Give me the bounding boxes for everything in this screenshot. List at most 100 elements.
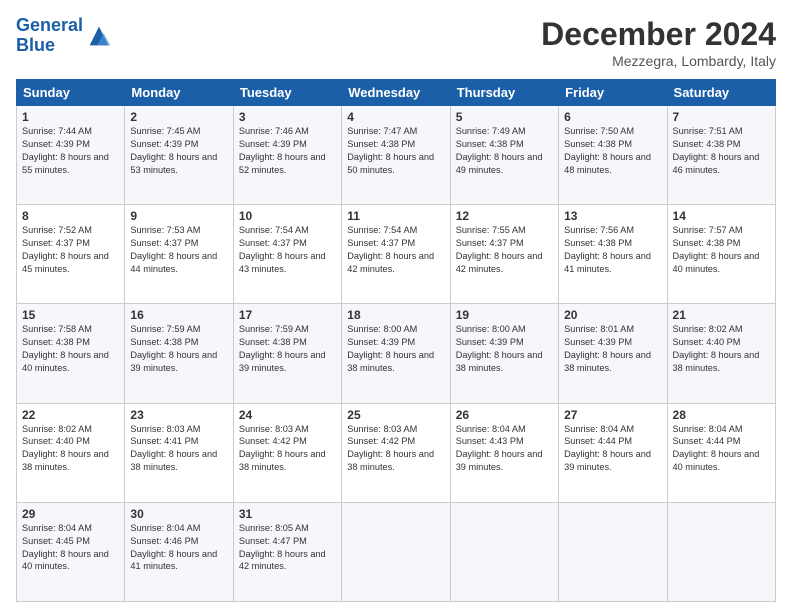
day-number: 6: [564, 110, 661, 124]
location: Mezzegra, Lombardy, Italy: [541, 53, 776, 69]
day-number: 2: [130, 110, 227, 124]
table-cell: 24Sunrise: 8:03 AMSunset: 4:42 PMDayligh…: [233, 403, 341, 502]
calendar-row: 8Sunrise: 7:52 AMSunset: 4:37 PMDaylight…: [17, 205, 776, 304]
col-tuesday: Tuesday: [233, 80, 341, 106]
table-cell: [450, 502, 558, 601]
table-cell: 16Sunrise: 7:59 AMSunset: 4:38 PMDayligh…: [125, 304, 233, 403]
table-cell: 6Sunrise: 7:50 AMSunset: 4:38 PMDaylight…: [559, 106, 667, 205]
day-info: Sunrise: 7:59 AMSunset: 4:38 PMDaylight:…: [130, 323, 227, 375]
day-info: Sunrise: 7:49 AMSunset: 4:38 PMDaylight:…: [456, 125, 553, 177]
day-info: Sunrise: 7:59 AMSunset: 4:38 PMDaylight:…: [239, 323, 336, 375]
table-cell: 29Sunrise: 8:04 AMSunset: 4:45 PMDayligh…: [17, 502, 125, 601]
day-info: Sunrise: 8:00 AMSunset: 4:39 PMDaylight:…: [347, 323, 444, 375]
day-number: 16: [130, 308, 227, 322]
day-info: Sunrise: 8:04 AMSunset: 4:45 PMDaylight:…: [22, 522, 119, 574]
day-number: 25: [347, 408, 444, 422]
table-cell: 15Sunrise: 7:58 AMSunset: 4:38 PMDayligh…: [17, 304, 125, 403]
table-cell: 9Sunrise: 7:53 AMSunset: 4:37 PMDaylight…: [125, 205, 233, 304]
table-cell: 5Sunrise: 7:49 AMSunset: 4:38 PMDaylight…: [450, 106, 558, 205]
table-cell: 22Sunrise: 8:02 AMSunset: 4:40 PMDayligh…: [17, 403, 125, 502]
day-info: Sunrise: 7:57 AMSunset: 4:38 PMDaylight:…: [673, 224, 770, 276]
day-info: Sunrise: 7:53 AMSunset: 4:37 PMDaylight:…: [130, 224, 227, 276]
day-info: Sunrise: 8:02 AMSunset: 4:40 PMDaylight:…: [673, 323, 770, 375]
day-info: Sunrise: 8:01 AMSunset: 4:39 PMDaylight:…: [564, 323, 661, 375]
day-number: 3: [239, 110, 336, 124]
day-info: Sunrise: 7:44 AMSunset: 4:39 PMDaylight:…: [22, 125, 119, 177]
logo-blue: Blue: [16, 35, 55, 55]
day-number: 24: [239, 408, 336, 422]
day-number: 8: [22, 209, 119, 223]
day-info: Sunrise: 8:03 AMSunset: 4:42 PMDaylight:…: [347, 423, 444, 475]
col-saturday: Saturday: [667, 80, 775, 106]
day-info: Sunrise: 7:45 AMSunset: 4:39 PMDaylight:…: [130, 125, 227, 177]
day-info: Sunrise: 8:03 AMSunset: 4:41 PMDaylight:…: [130, 423, 227, 475]
day-info: Sunrise: 7:46 AMSunset: 4:39 PMDaylight:…: [239, 125, 336, 177]
day-info: Sunrise: 8:04 AMSunset: 4:43 PMDaylight:…: [456, 423, 553, 475]
col-friday: Friday: [559, 80, 667, 106]
month-title: December 2024: [541, 16, 776, 53]
day-number: 28: [673, 408, 770, 422]
day-number: 30: [130, 507, 227, 521]
day-info: Sunrise: 7:54 AMSunset: 4:37 PMDaylight:…: [239, 224, 336, 276]
day-number: 12: [456, 209, 553, 223]
table-cell: 12Sunrise: 7:55 AMSunset: 4:37 PMDayligh…: [450, 205, 558, 304]
day-number: 10: [239, 209, 336, 223]
header: General Blue December 2024 Mezzegra, Lom…: [16, 16, 776, 69]
col-sunday: Sunday: [17, 80, 125, 106]
table-cell: 13Sunrise: 7:56 AMSunset: 4:38 PMDayligh…: [559, 205, 667, 304]
day-number: 9: [130, 209, 227, 223]
col-wednesday: Wednesday: [342, 80, 450, 106]
table-cell: [667, 502, 775, 601]
calendar-row: 1Sunrise: 7:44 AMSunset: 4:39 PMDaylight…: [17, 106, 776, 205]
day-info: Sunrise: 7:47 AMSunset: 4:38 PMDaylight:…: [347, 125, 444, 177]
logo-icon: [85, 22, 113, 50]
logo: General Blue: [16, 16, 113, 56]
table-cell: 31Sunrise: 8:05 AMSunset: 4:47 PMDayligh…: [233, 502, 341, 601]
table-cell: 17Sunrise: 7:59 AMSunset: 4:38 PMDayligh…: [233, 304, 341, 403]
table-cell: 28Sunrise: 8:04 AMSunset: 4:44 PMDayligh…: [667, 403, 775, 502]
table-cell: 1Sunrise: 7:44 AMSunset: 4:39 PMDaylight…: [17, 106, 125, 205]
table-cell: 11Sunrise: 7:54 AMSunset: 4:37 PMDayligh…: [342, 205, 450, 304]
day-info: Sunrise: 7:50 AMSunset: 4:38 PMDaylight:…: [564, 125, 661, 177]
table-cell: 30Sunrise: 8:04 AMSunset: 4:46 PMDayligh…: [125, 502, 233, 601]
day-number: 11: [347, 209, 444, 223]
logo-general: General: [16, 15, 83, 35]
table-cell: [342, 502, 450, 601]
day-number: 13: [564, 209, 661, 223]
title-block: December 2024 Mezzegra, Lombardy, Italy: [541, 16, 776, 69]
table-cell: 21Sunrise: 8:02 AMSunset: 4:40 PMDayligh…: [667, 304, 775, 403]
page: General Blue December 2024 Mezzegra, Lom…: [0, 0, 792, 612]
day-number: 23: [130, 408, 227, 422]
calendar-row: 29Sunrise: 8:04 AMSunset: 4:45 PMDayligh…: [17, 502, 776, 601]
day-info: Sunrise: 7:52 AMSunset: 4:37 PMDaylight:…: [22, 224, 119, 276]
day-number: 7: [673, 110, 770, 124]
day-info: Sunrise: 8:04 AMSunset: 4:44 PMDaylight:…: [564, 423, 661, 475]
day-number: 1: [22, 110, 119, 124]
table-cell: 2Sunrise: 7:45 AMSunset: 4:39 PMDaylight…: [125, 106, 233, 205]
day-info: Sunrise: 7:56 AMSunset: 4:38 PMDaylight:…: [564, 224, 661, 276]
day-number: 27: [564, 408, 661, 422]
table-cell: 14Sunrise: 7:57 AMSunset: 4:38 PMDayligh…: [667, 205, 775, 304]
day-number: 19: [456, 308, 553, 322]
table-cell: [559, 502, 667, 601]
day-info: Sunrise: 8:04 AMSunset: 4:44 PMDaylight:…: [673, 423, 770, 475]
calendar-header-row: Sunday Monday Tuesday Wednesday Thursday…: [17, 80, 776, 106]
table-cell: 20Sunrise: 8:01 AMSunset: 4:39 PMDayligh…: [559, 304, 667, 403]
table-cell: 10Sunrise: 7:54 AMSunset: 4:37 PMDayligh…: [233, 205, 341, 304]
day-number: 29: [22, 507, 119, 521]
day-number: 15: [22, 308, 119, 322]
col-thursday: Thursday: [450, 80, 558, 106]
logo-text: General Blue: [16, 16, 83, 56]
table-cell: 27Sunrise: 8:04 AMSunset: 4:44 PMDayligh…: [559, 403, 667, 502]
day-number: 22: [22, 408, 119, 422]
table-cell: 7Sunrise: 7:51 AMSunset: 4:38 PMDaylight…: [667, 106, 775, 205]
table-cell: 8Sunrise: 7:52 AMSunset: 4:37 PMDaylight…: [17, 205, 125, 304]
table-cell: 4Sunrise: 7:47 AMSunset: 4:38 PMDaylight…: [342, 106, 450, 205]
day-info: Sunrise: 7:55 AMSunset: 4:37 PMDaylight:…: [456, 224, 553, 276]
calendar-table: Sunday Monday Tuesday Wednesday Thursday…: [16, 79, 776, 602]
day-number: 14: [673, 209, 770, 223]
table-cell: 25Sunrise: 8:03 AMSunset: 4:42 PMDayligh…: [342, 403, 450, 502]
table-cell: 23Sunrise: 8:03 AMSunset: 4:41 PMDayligh…: [125, 403, 233, 502]
day-number: 31: [239, 507, 336, 521]
day-number: 5: [456, 110, 553, 124]
